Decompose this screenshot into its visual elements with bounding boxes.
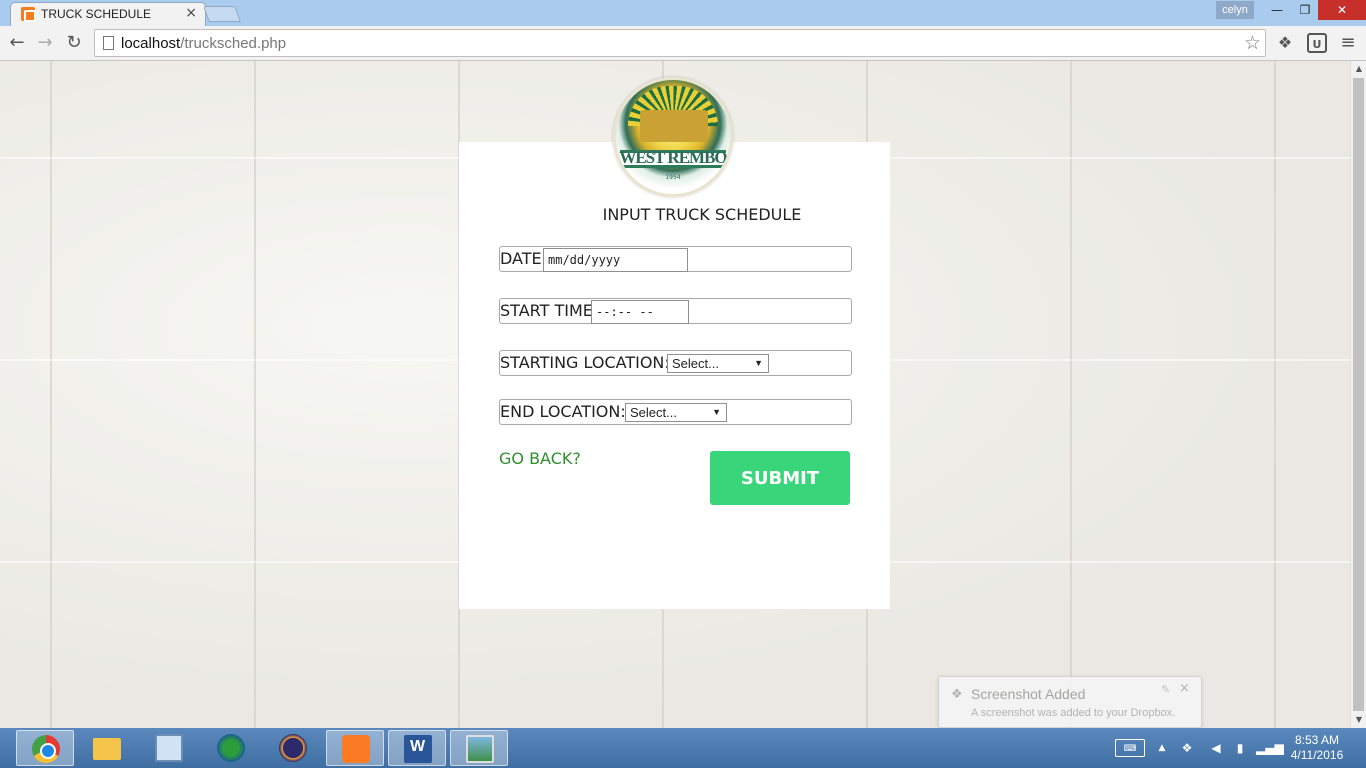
tab-close-icon[interactable]: × xyxy=(185,5,197,21)
taskbar-chrome[interactable] xyxy=(16,730,74,766)
shield-extension-icon[interactable]: U xyxy=(1307,33,1327,53)
taskbar-file-explorer[interactable] xyxy=(78,730,136,766)
minimize-button[interactable]: — xyxy=(1262,0,1292,20)
starting-location-field: STARTING LOCATION: Select... ▼ xyxy=(499,350,852,376)
dropbox-notification[interactable]: ❖ Screenshot Added A screenshot was adde… xyxy=(938,676,1202,728)
forward-button[interactable]: → xyxy=(33,31,57,55)
file-explorer-icon xyxy=(93,738,121,760)
start-time-input[interactable]: --:-- -- xyxy=(591,300,689,324)
start-time-label: START TIME: xyxy=(500,301,599,320)
windows-taskbar: ⌨ ▲ ❖ ◀ ▮ ▂▄▆ 8:53 AM 4/11/2016 xyxy=(0,728,1366,768)
new-tab-button[interactable] xyxy=(203,6,241,22)
logo-town xyxy=(640,110,708,142)
notification-title: Screenshot Added xyxy=(971,686,1086,702)
url-host: localhost xyxy=(121,35,181,52)
notification-body: A screenshot was added to your Dropbox. xyxy=(971,707,1176,719)
go-back-link[interactable]: GO BACK? xyxy=(499,449,581,468)
west-rembo-logo: WEST REMBO 1954 xyxy=(613,77,733,197)
photos-icon xyxy=(466,735,494,763)
page-icon xyxy=(103,36,114,50)
dropbox-extension-icon[interactable]: ❖ xyxy=(1275,33,1295,53)
starting-location-select[interactable]: Select... ▼ xyxy=(667,354,769,373)
word-icon xyxy=(404,735,432,763)
taskbar-eclipse[interactable] xyxy=(264,730,322,766)
dropdown-arrow-icon: ▼ xyxy=(712,407,721,417)
clock-time: 8:53 AM xyxy=(1294,733,1340,747)
pin-icon[interactable]: ✎ xyxy=(1161,683,1170,696)
taskbar-word[interactable] xyxy=(388,730,446,766)
tab-title: TRUCK SCHEDULE xyxy=(41,7,152,21)
profile-button[interactable]: celyn xyxy=(1216,1,1254,19)
back-button[interactable]: ← xyxy=(5,31,29,55)
eclipse-icon xyxy=(279,734,307,762)
scrollbar[interactable]: ▲ ▼ xyxy=(1350,61,1366,728)
end-location-label: END LOCATION: xyxy=(500,402,626,421)
dropbox-icon: ❖ xyxy=(951,687,963,702)
date-label: DATE: xyxy=(500,249,548,268)
power-icon[interactable]: ▮ xyxy=(1232,739,1248,757)
scroll-up-icon[interactable]: ▲ xyxy=(1351,61,1366,77)
chrome-icon xyxy=(32,735,60,763)
url-text[interactable]: localhost/trucksched.php xyxy=(121,35,286,52)
taskbar-server-manager[interactable] xyxy=(140,730,198,766)
idm-icon xyxy=(217,734,245,762)
dropbox-tray-icon[interactable]: ❖ xyxy=(1178,739,1196,757)
start-time-field: START TIME: --:-- -- xyxy=(499,298,852,324)
keyboard-icon[interactable]: ⌨ xyxy=(1115,739,1145,757)
logo-text: WEST REMBO xyxy=(619,148,727,167)
system-clock[interactable]: 8:53 AM 4/11/2016 xyxy=(1284,733,1350,763)
date-field: DATE: mm/dd/yyyy xyxy=(499,246,852,272)
taskbar-idm[interactable] xyxy=(202,730,260,766)
end-location-field: END LOCATION: Select... ▼ xyxy=(499,399,852,425)
logo-year: 1954 xyxy=(665,174,681,181)
maximize-button[interactable]: ❐ xyxy=(1290,0,1320,20)
starting-location-value: Select... xyxy=(672,356,719,371)
bookmark-star-icon[interactable]: ☆ xyxy=(1244,32,1261,54)
date-input[interactable]: mm/dd/yyyy xyxy=(543,248,688,272)
xampp-favicon-icon xyxy=(21,7,36,22)
close-window-button[interactable]: ✕ xyxy=(1318,0,1366,20)
taskbar-xampp[interactable] xyxy=(326,730,384,766)
reload-button[interactable]: ↻ xyxy=(62,31,86,55)
volume-icon[interactable]: ◀ xyxy=(1208,739,1224,757)
xampp-icon xyxy=(342,735,370,763)
taskbar-photos[interactable] xyxy=(450,730,508,766)
scroll-down-icon[interactable]: ▼ xyxy=(1351,712,1366,728)
address-bar[interactable]: localhost/trucksched.php ☆ xyxy=(94,29,1266,57)
end-location-select[interactable]: Select... ▼ xyxy=(625,403,727,422)
server-manager-icon xyxy=(155,734,183,762)
url-path: /trucksched.php xyxy=(180,35,287,52)
clock-date: 4/11/2016 xyxy=(1290,748,1344,762)
chrome-menu-icon[interactable]: ≡ xyxy=(1338,33,1358,53)
form-title: INPUT TRUCK SCHEDULE xyxy=(602,205,802,224)
end-location-value: Select... xyxy=(630,405,677,420)
show-hidden-icons-icon[interactable]: ▲ xyxy=(1156,739,1168,757)
browser-toolbar: ← → ↻ localhost/trucksched.php ☆ ❖ U ≡ xyxy=(0,26,1366,61)
starting-location-label: STARTING LOCATION: xyxy=(500,353,670,372)
browser-tab[interactable]: TRUCK SCHEDULE × xyxy=(10,2,206,26)
network-signal-icon[interactable]: ▂▄▆ xyxy=(1256,739,1284,757)
notification-close-icon[interactable]: × xyxy=(1179,681,1190,696)
scroll-thumb[interactable] xyxy=(1353,78,1364,711)
browser-titlebar: TRUCK SCHEDULE × celyn — ❐ ✕ xyxy=(0,0,1366,26)
submit-button[interactable]: SUBMIT xyxy=(710,451,850,505)
dropdown-arrow-icon: ▼ xyxy=(754,358,763,368)
